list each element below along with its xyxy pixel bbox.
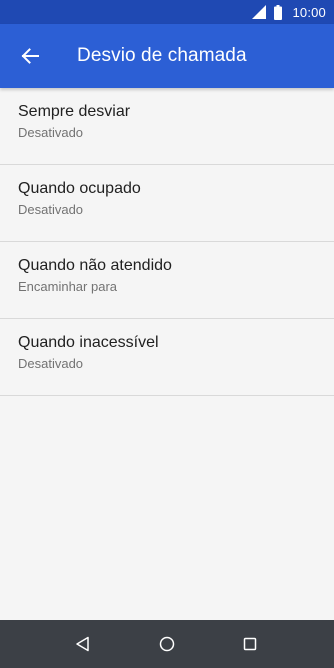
setting-when-unanswered[interactable]: Quando não atendido Encaminhar para: [0, 242, 334, 319]
circle-home-icon: [159, 636, 175, 652]
battery-icon: [274, 4, 283, 20]
setting-summary: Desativado: [18, 202, 84, 217]
nav-back-button[interactable]: [59, 620, 107, 668]
page-title: Desvio de chamada: [77, 45, 247, 66]
call-forwarding-list: Sempre desviar Desativado Quando ocupado…: [0, 88, 334, 396]
setting-when-busy[interactable]: Quando ocupado Desativado: [0, 165, 334, 242]
app-bar: Desvio de chamada: [0, 24, 334, 88]
arrow-back-icon: [21, 48, 39, 64]
setting-summary: Desativado: [18, 125, 84, 140]
square-recents-icon: [243, 637, 257, 651]
signal-icon: [252, 5, 267, 19]
setting-summary: Encaminhar para: [18, 279, 117, 294]
setting-summary: Desativado: [18, 356, 84, 371]
nav-home-button[interactable]: [143, 620, 191, 668]
setting-title: Quando inacessível: [18, 334, 159, 351]
status-bar: 10:00: [0, 0, 334, 24]
navigation-bar: [0, 620, 334, 668]
setting-when-unreachable[interactable]: Quando inacessível Desativado: [0, 319, 334, 396]
back-button[interactable]: [10, 36, 50, 76]
setting-title: Quando ocupado: [18, 180, 141, 197]
status-time: 10:00: [292, 4, 326, 20]
setting-title: Quando não atendido: [18, 257, 172, 274]
setting-title: Sempre desviar: [18, 103, 131, 120]
setting-always-forward[interactable]: Sempre desviar Desativado: [0, 88, 334, 165]
status-icons: 10:00: [252, 0, 326, 24]
triangle-back-icon: [76, 636, 89, 652]
nav-recents-button[interactable]: [226, 620, 274, 668]
